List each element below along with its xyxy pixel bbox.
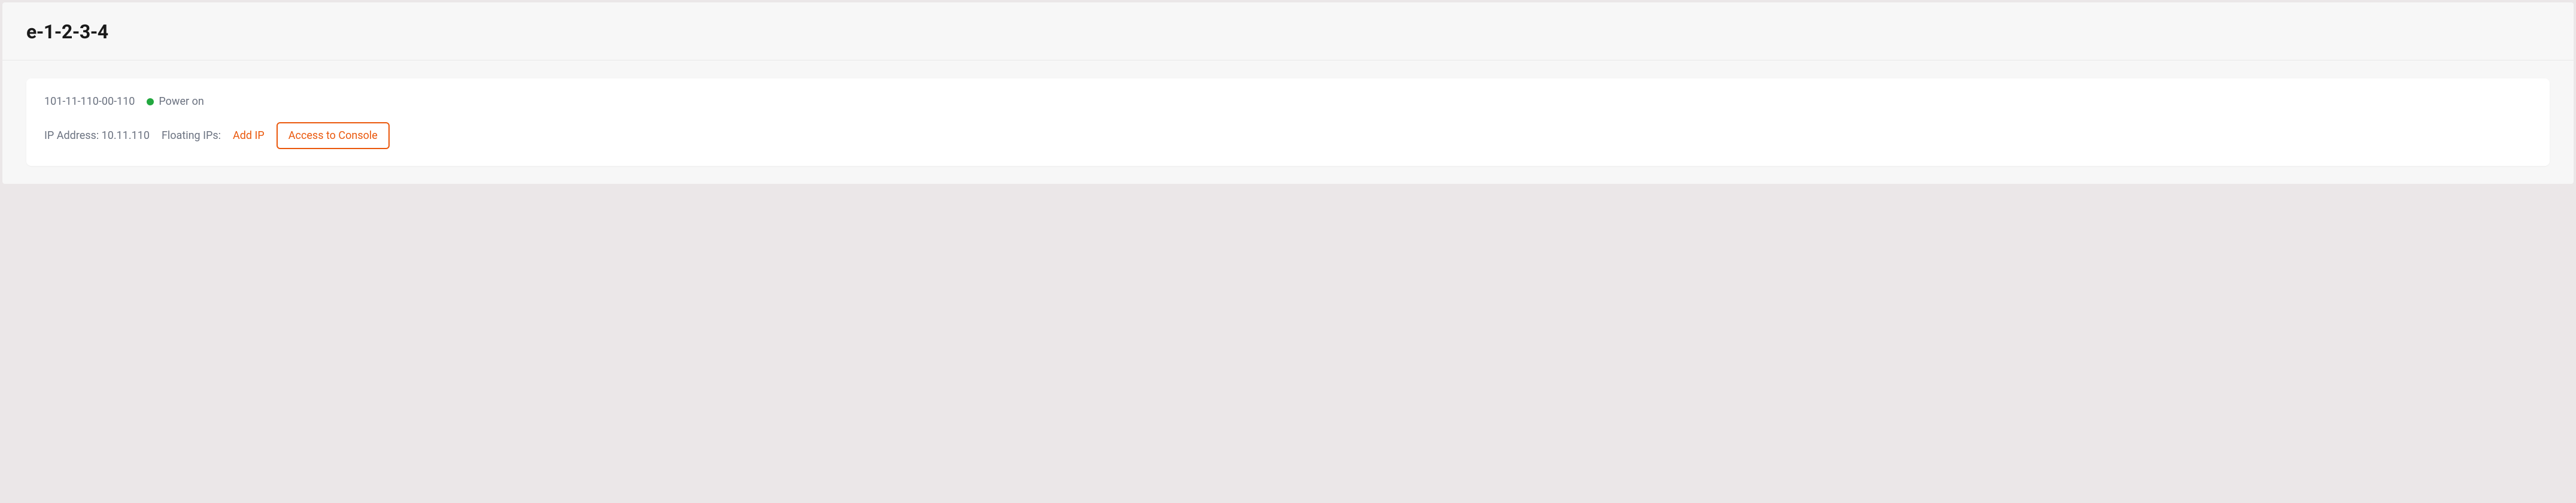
content-section: 101-11-110-00-110 Power on IP Address: 1… xyxy=(2,60,2574,184)
power-status-label: Power on xyxy=(159,95,203,108)
header-section: e-1-2-3-4 xyxy=(2,2,2574,60)
ip-address-label: IP Address: 10.11.110 xyxy=(44,129,150,142)
page-container: e-1-2-3-4 101-11-110-00-110 Power on IP … xyxy=(2,2,2574,184)
info-card: 101-11-110-00-110 Power on IP Address: 1… xyxy=(26,78,2550,166)
info-row-status: 101-11-110-00-110 Power on xyxy=(44,95,2532,108)
status-group: Power on xyxy=(147,95,203,108)
page-title: e-1-2-3-4 xyxy=(26,20,2550,43)
power-status-dot-icon xyxy=(147,98,154,105)
floating-ips-label: Floating IPs: xyxy=(162,129,221,142)
access-console-button[interactable]: Access to Console xyxy=(277,122,390,149)
info-row-network: IP Address: 10.11.110 Floating IPs: Add … xyxy=(44,122,2532,149)
add-ip-link[interactable]: Add IP xyxy=(233,129,265,142)
machine-id: 101-11-110-00-110 xyxy=(44,95,135,108)
